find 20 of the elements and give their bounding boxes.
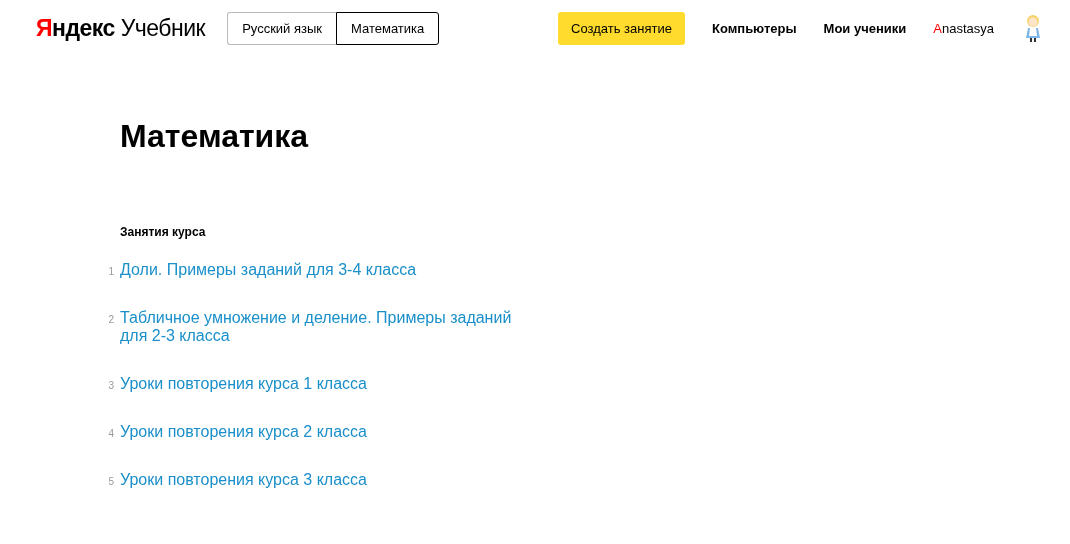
lesson-number: 5 xyxy=(107,476,115,487)
subject-tab[interactable]: Русский язык xyxy=(227,11,337,45)
lesson-number: 2 xyxy=(107,314,115,325)
lesson-link[interactable]: Уроки повторения курса 2 класса xyxy=(120,423,367,441)
lesson-number: 4 xyxy=(107,428,115,439)
lesson-link[interactable]: Уроки повторения курса 1 класса xyxy=(120,375,367,393)
lesson-link[interactable]: Доли. Примеры заданий для 3-4 класса xyxy=(120,261,417,279)
nav-link[interactable]: Компьютеры xyxy=(711,20,797,36)
lesson-number: 3 xyxy=(107,380,115,391)
nav-link[interactable]: Мои ученики xyxy=(823,20,907,36)
lesson-number: 1 xyxy=(107,266,115,277)
user-name[interactable]: Anastasya xyxy=(933,20,994,36)
create-lesson-button[interactable]: Создать занятие xyxy=(558,11,685,45)
lesson-link[interactable]: Уроки повторения курса 3 класса xyxy=(120,471,367,489)
lesson-link[interactable]: Табличное умножение и деление. Примеры заданий для 2-3 класса xyxy=(120,309,540,345)
section-heading: Занятия курса xyxy=(120,225,207,239)
avatar-icon[interactable] xyxy=(1024,13,1042,43)
logo[interactable]: Яндекс Учебник xyxy=(36,14,206,42)
page-title: Математика xyxy=(120,118,310,155)
subject-tab[interactable]: Математика xyxy=(336,11,440,45)
